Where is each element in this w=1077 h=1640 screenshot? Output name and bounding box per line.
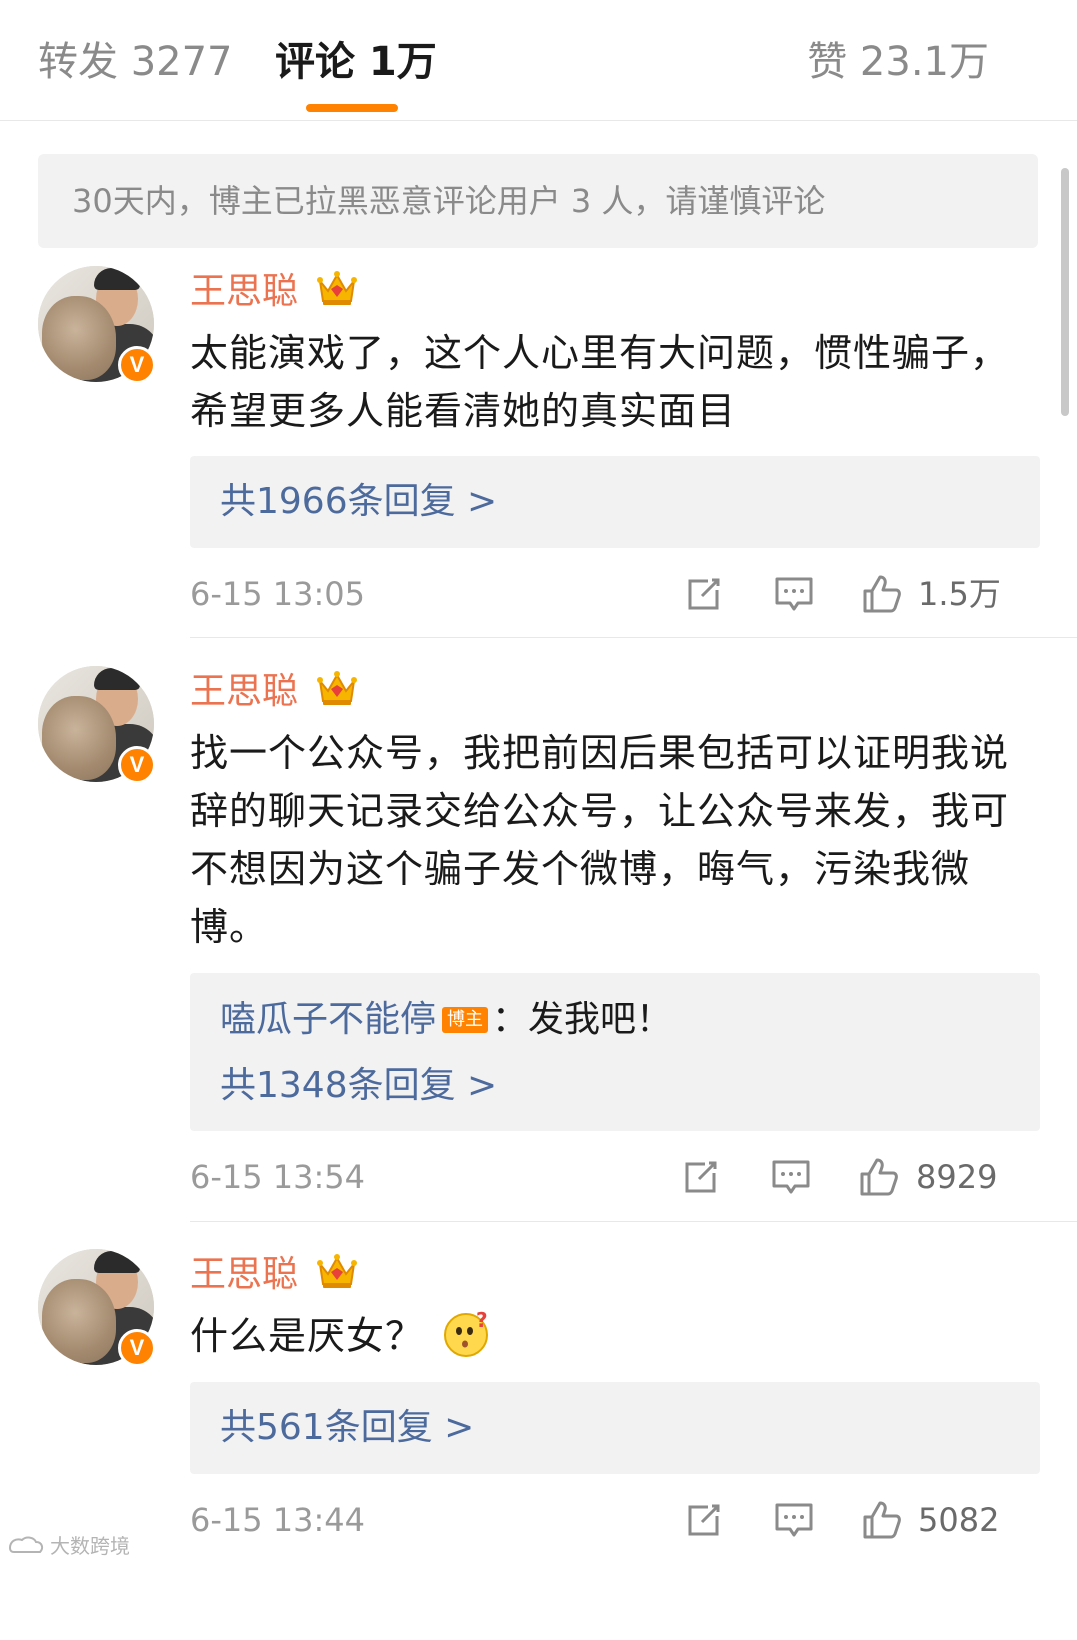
comment-time: 6-15 13:44	[190, 1501, 366, 1539]
blocked-users-notice: 30天内，博主已拉黑恶意评论用户 3 人，请谨慎评论	[38, 154, 1038, 248]
avatar[interactable]: V	[38, 666, 156, 784]
reply-text: ：发我吧！	[492, 999, 673, 1040]
comment-text: 太能演戏了，这个人心里有大问题，惯性骗子，希望更多人能看清她的真实面目	[190, 331, 1010, 433]
watermark-text: 大数跨境	[50, 1534, 130, 1558]
reply-count-link[interactable]: 共1966条回复 >	[220, 477, 497, 527]
verified-badge: V	[118, 746, 156, 784]
share-icon[interactable]	[679, 1155, 723, 1199]
share-icon[interactable]	[682, 572, 726, 616]
share-icon[interactable]	[682, 1498, 726, 1542]
svg-text:?: ?	[476, 1309, 489, 1332]
tab-like[interactable]: 赞 23.1万	[807, 36, 989, 88]
comment-item: V 王思聪 找一个公众号，我把前因后果包括可以证明我说辞的聊天记录交给公众号，让…	[0, 666, 1077, 1222]
comment-icon[interactable]	[772, 572, 816, 616]
like-count: 5082	[918, 1501, 1000, 1539]
username-text[interactable]: 王思聪	[190, 671, 298, 712]
watermark-logo-icon	[8, 1536, 44, 1553]
like-icon[interactable]	[860, 572, 904, 616]
reply-author[interactable]: 嗑瓜子不能停	[220, 999, 436, 1040]
username[interactable]: 王思聪	[190, 1251, 358, 1299]
crown-icon	[317, 271, 358, 305]
reply-count-link[interactable]: 共1348条回复 >	[220, 1061, 497, 1111]
username-text[interactable]: 王思聪	[190, 271, 298, 312]
like-icon[interactable]	[860, 1498, 904, 1542]
reply-box[interactable]: 嗑瓜子不能停 博主 ：发我吧！ 共1348条回复 >	[190, 973, 1040, 1131]
comment-text: 什么是厌女？ ?	[190, 1307, 1040, 1365]
reply-box[interactable]: 共1966条回复 >	[190, 456, 1040, 548]
tab-repost[interactable]: 转发 3277	[38, 36, 233, 88]
username-text[interactable]: 王思聪	[190, 1254, 298, 1295]
verified-badge: V	[118, 1329, 156, 1367]
comment-item: V 王思聪 太能演戏了，这个人心里有大问题，惯性骗子，希望更多人能看清她的真实面…	[0, 266, 1077, 638]
thinking-emoji: ?	[444, 1309, 489, 1357]
owner-tag: 博主	[442, 1007, 489, 1033]
comment-icon[interactable]	[769, 1155, 813, 1199]
avatar[interactable]: V	[38, 1249, 156, 1367]
comment-time: 6-15 13:05	[190, 575, 366, 613]
comment-text-value: 什么是厌女？	[190, 1314, 425, 1358]
crown-icon	[317, 671, 358, 705]
comment-divider	[190, 1221, 1077, 1222]
username[interactable]: 王思聪	[190, 268, 358, 316]
like-icon[interactable]	[857, 1155, 901, 1199]
tab-bar: 转发 3277 评论 1万 赞 23.1万	[0, 0, 1077, 121]
verified-badge: V	[118, 346, 156, 384]
comment-item: V 王思聪 什么是厌女？ ? 共561条回复 > 6-15 13:44 5082	[0, 1249, 1077, 1549]
comment-text: 找一个公众号，我把前因后果包括可以证明我说辞的聊天记录交给公众号，让公众号来发，…	[190, 731, 1010, 949]
reply-preview[interactable]: 嗑瓜子不能停 博主 ：发我吧！	[220, 995, 672, 1045]
avatar[interactable]: V	[38, 266, 156, 384]
active-tab-indicator	[306, 104, 398, 112]
like-count: 1.5万	[918, 575, 1001, 613]
watermark: 大数跨境	[6, 1532, 130, 1560]
reply-box[interactable]: 共561条回复 >	[190, 1382, 1040, 1474]
comment-divider	[190, 637, 1077, 638]
like-count: 8929	[916, 1158, 998, 1196]
reply-count-link[interactable]: 共561条回复 >	[220, 1403, 474, 1453]
comment-icon[interactable]	[772, 1498, 816, 1542]
username[interactable]: 王思聪	[190, 668, 358, 716]
crown-icon	[317, 1254, 358, 1288]
comment-time: 6-15 13:54	[190, 1158, 366, 1196]
